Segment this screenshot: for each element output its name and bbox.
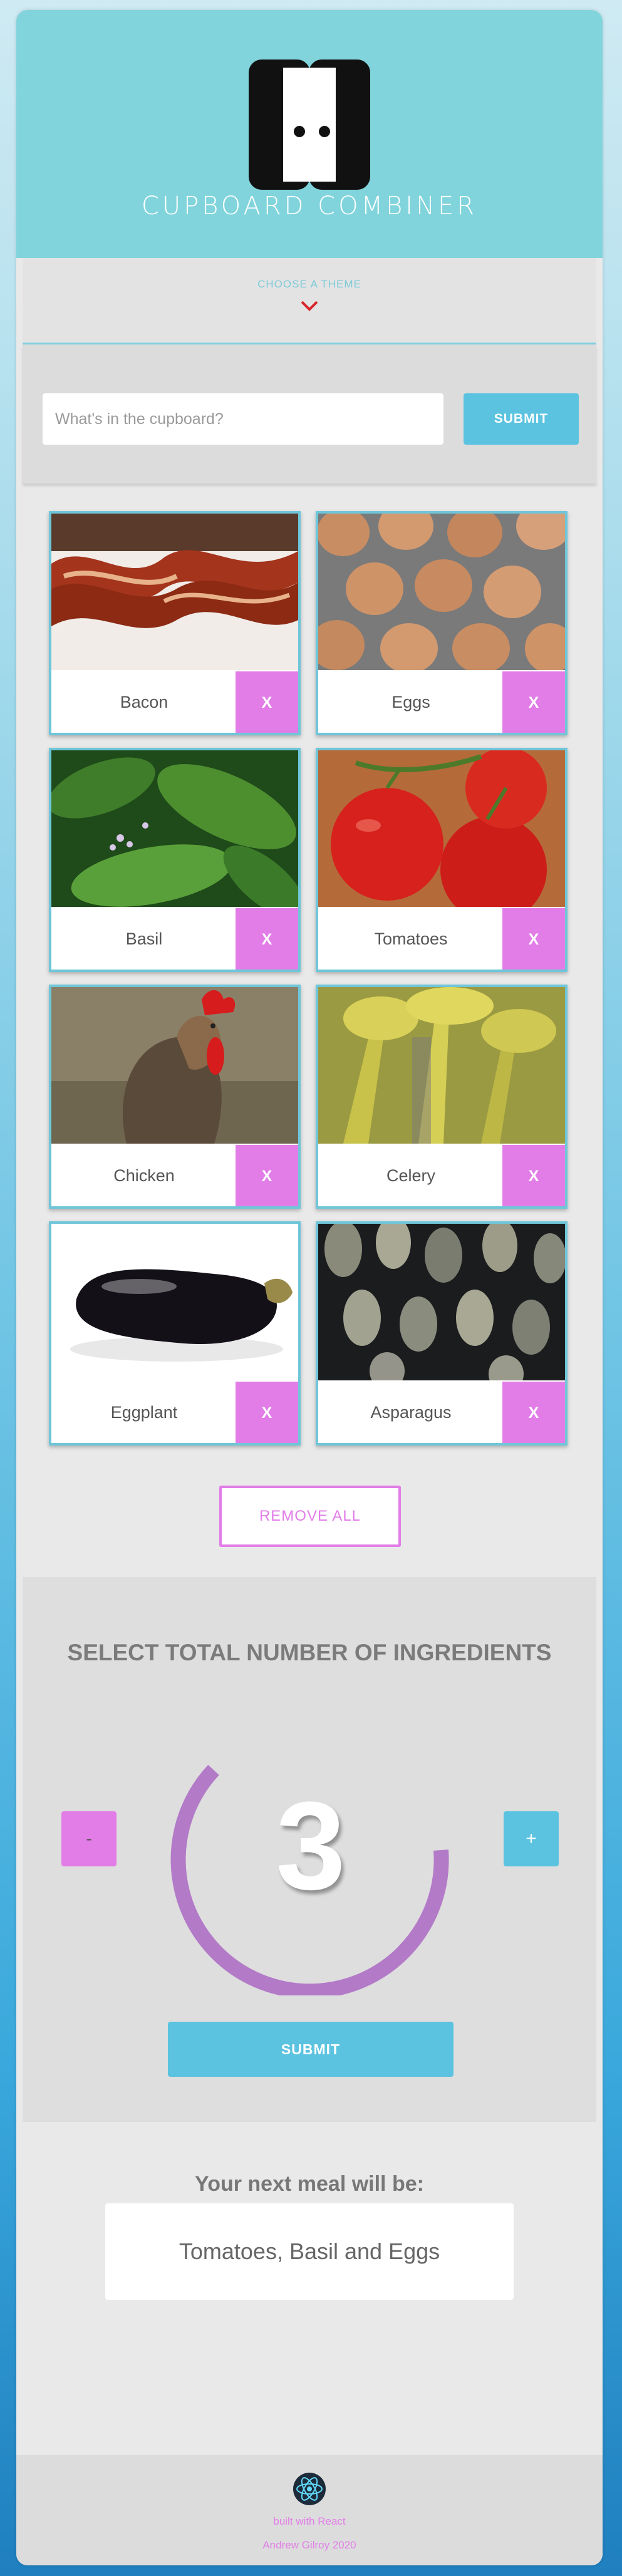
ingredient-name: Tomatoes — [374, 929, 448, 948]
selector-title: SELECT TOTAL NUMBER OF INGREDIENTS — [67, 1640, 552, 1665]
built-with-text: built with React — [273, 2515, 346, 2527]
remove-ingredient-button[interactable]: X — [236, 1382, 298, 1443]
app-header: CUPBOARD COMBINER — [16, 10, 603, 258]
ingredient-card: Basil X — [49, 748, 301, 972]
remove-ingredient-button[interactable]: X — [502, 671, 565, 733]
ingredient-name: Basil — [125, 929, 163, 948]
chicken-image — [51, 987, 298, 1144]
theme-selector[interactable]: CHOOSE A THEME — [23, 258, 596, 344]
cupboard-logo-icon — [249, 59, 370, 190]
eggs-image — [318, 514, 565, 670]
decrease-count-button[interactable]: - — [61, 1811, 117, 1866]
meal-result: Tomatoes, Basil and Eggs — [105, 2203, 514, 2300]
bacon-image — [51, 514, 298, 670]
ingredient-card: Tomatoes X — [316, 748, 568, 972]
remove-all-button[interactable]: REMOVE ALL — [219, 1486, 401, 1547]
ingredient-name: Celery — [386, 1166, 436, 1185]
chevron-down-icon[interactable] — [300, 299, 319, 312]
ingredient-card: Celery X — [316, 985, 568, 1209]
remove-ingredient-button[interactable]: X — [502, 1382, 565, 1443]
author-credit: Andrew Gilroy 2020 — [262, 2539, 356, 2551]
ingredient-card: Eggplant X — [49, 1221, 301, 1446]
remove-ingredient-button[interactable]: X — [236, 671, 298, 733]
app-title: CUPBOARD COMBINER — [141, 192, 478, 220]
ingredient-name: Eggplant — [110, 1403, 178, 1422]
count-submit-button[interactable]: SUBMIT — [168, 2022, 454, 2077]
celery-image — [318, 987, 565, 1144]
result-title: Your next meal will be: — [195, 2172, 424, 2196]
react-icon — [293, 2473, 326, 2505]
ingredient-search-input[interactable] — [43, 393, 443, 445]
ingredient-count: 3 — [276, 1776, 346, 1916]
remove-ingredient-button[interactable]: X — [502, 908, 565, 970]
app-card: CUPBOARD COMBINER CHOOSE A THEME SUBMIT — [16, 10, 603, 2565]
ingredient-card: Chicken X — [49, 985, 301, 1209]
footer: built with React Andrew Gilroy 2020 — [16, 2455, 603, 2565]
basil-image — [51, 750, 298, 907]
ingredient-name: Eggs — [391, 693, 430, 711]
search-submit-button[interactable]: SUBMIT — [464, 393, 579, 445]
ingredient-name: Asparagus — [370, 1403, 452, 1422]
ingredient-count-selector: SELECT TOTAL NUMBER OF INGREDIENTS - 3 +… — [23, 1577, 596, 2122]
remove-ingredient-button[interactable]: X — [502, 1145, 565, 1206]
theme-label: CHOOSE A THEME — [257, 278, 361, 290]
ingredient-card: Eggs X — [316, 511, 568, 735]
eggplant-image — [51, 1224, 298, 1380]
ingredient-name: Chicken — [113, 1166, 175, 1185]
ingredient-name: Bacon — [120, 693, 168, 711]
asparagus-image — [318, 1224, 565, 1380]
search-area: SUBMIT — [23, 344, 596, 484]
increase-count-button[interactable]: + — [504, 1811, 559, 1866]
remove-ingredient-button[interactable]: X — [236, 1145, 298, 1206]
remove-ingredient-button[interactable]: X — [236, 908, 298, 970]
ingredient-card: Asparagus X — [316, 1221, 568, 1446]
ingredient-card: Bacon X — [49, 511, 301, 735]
tomatoes-image — [318, 750, 565, 907]
